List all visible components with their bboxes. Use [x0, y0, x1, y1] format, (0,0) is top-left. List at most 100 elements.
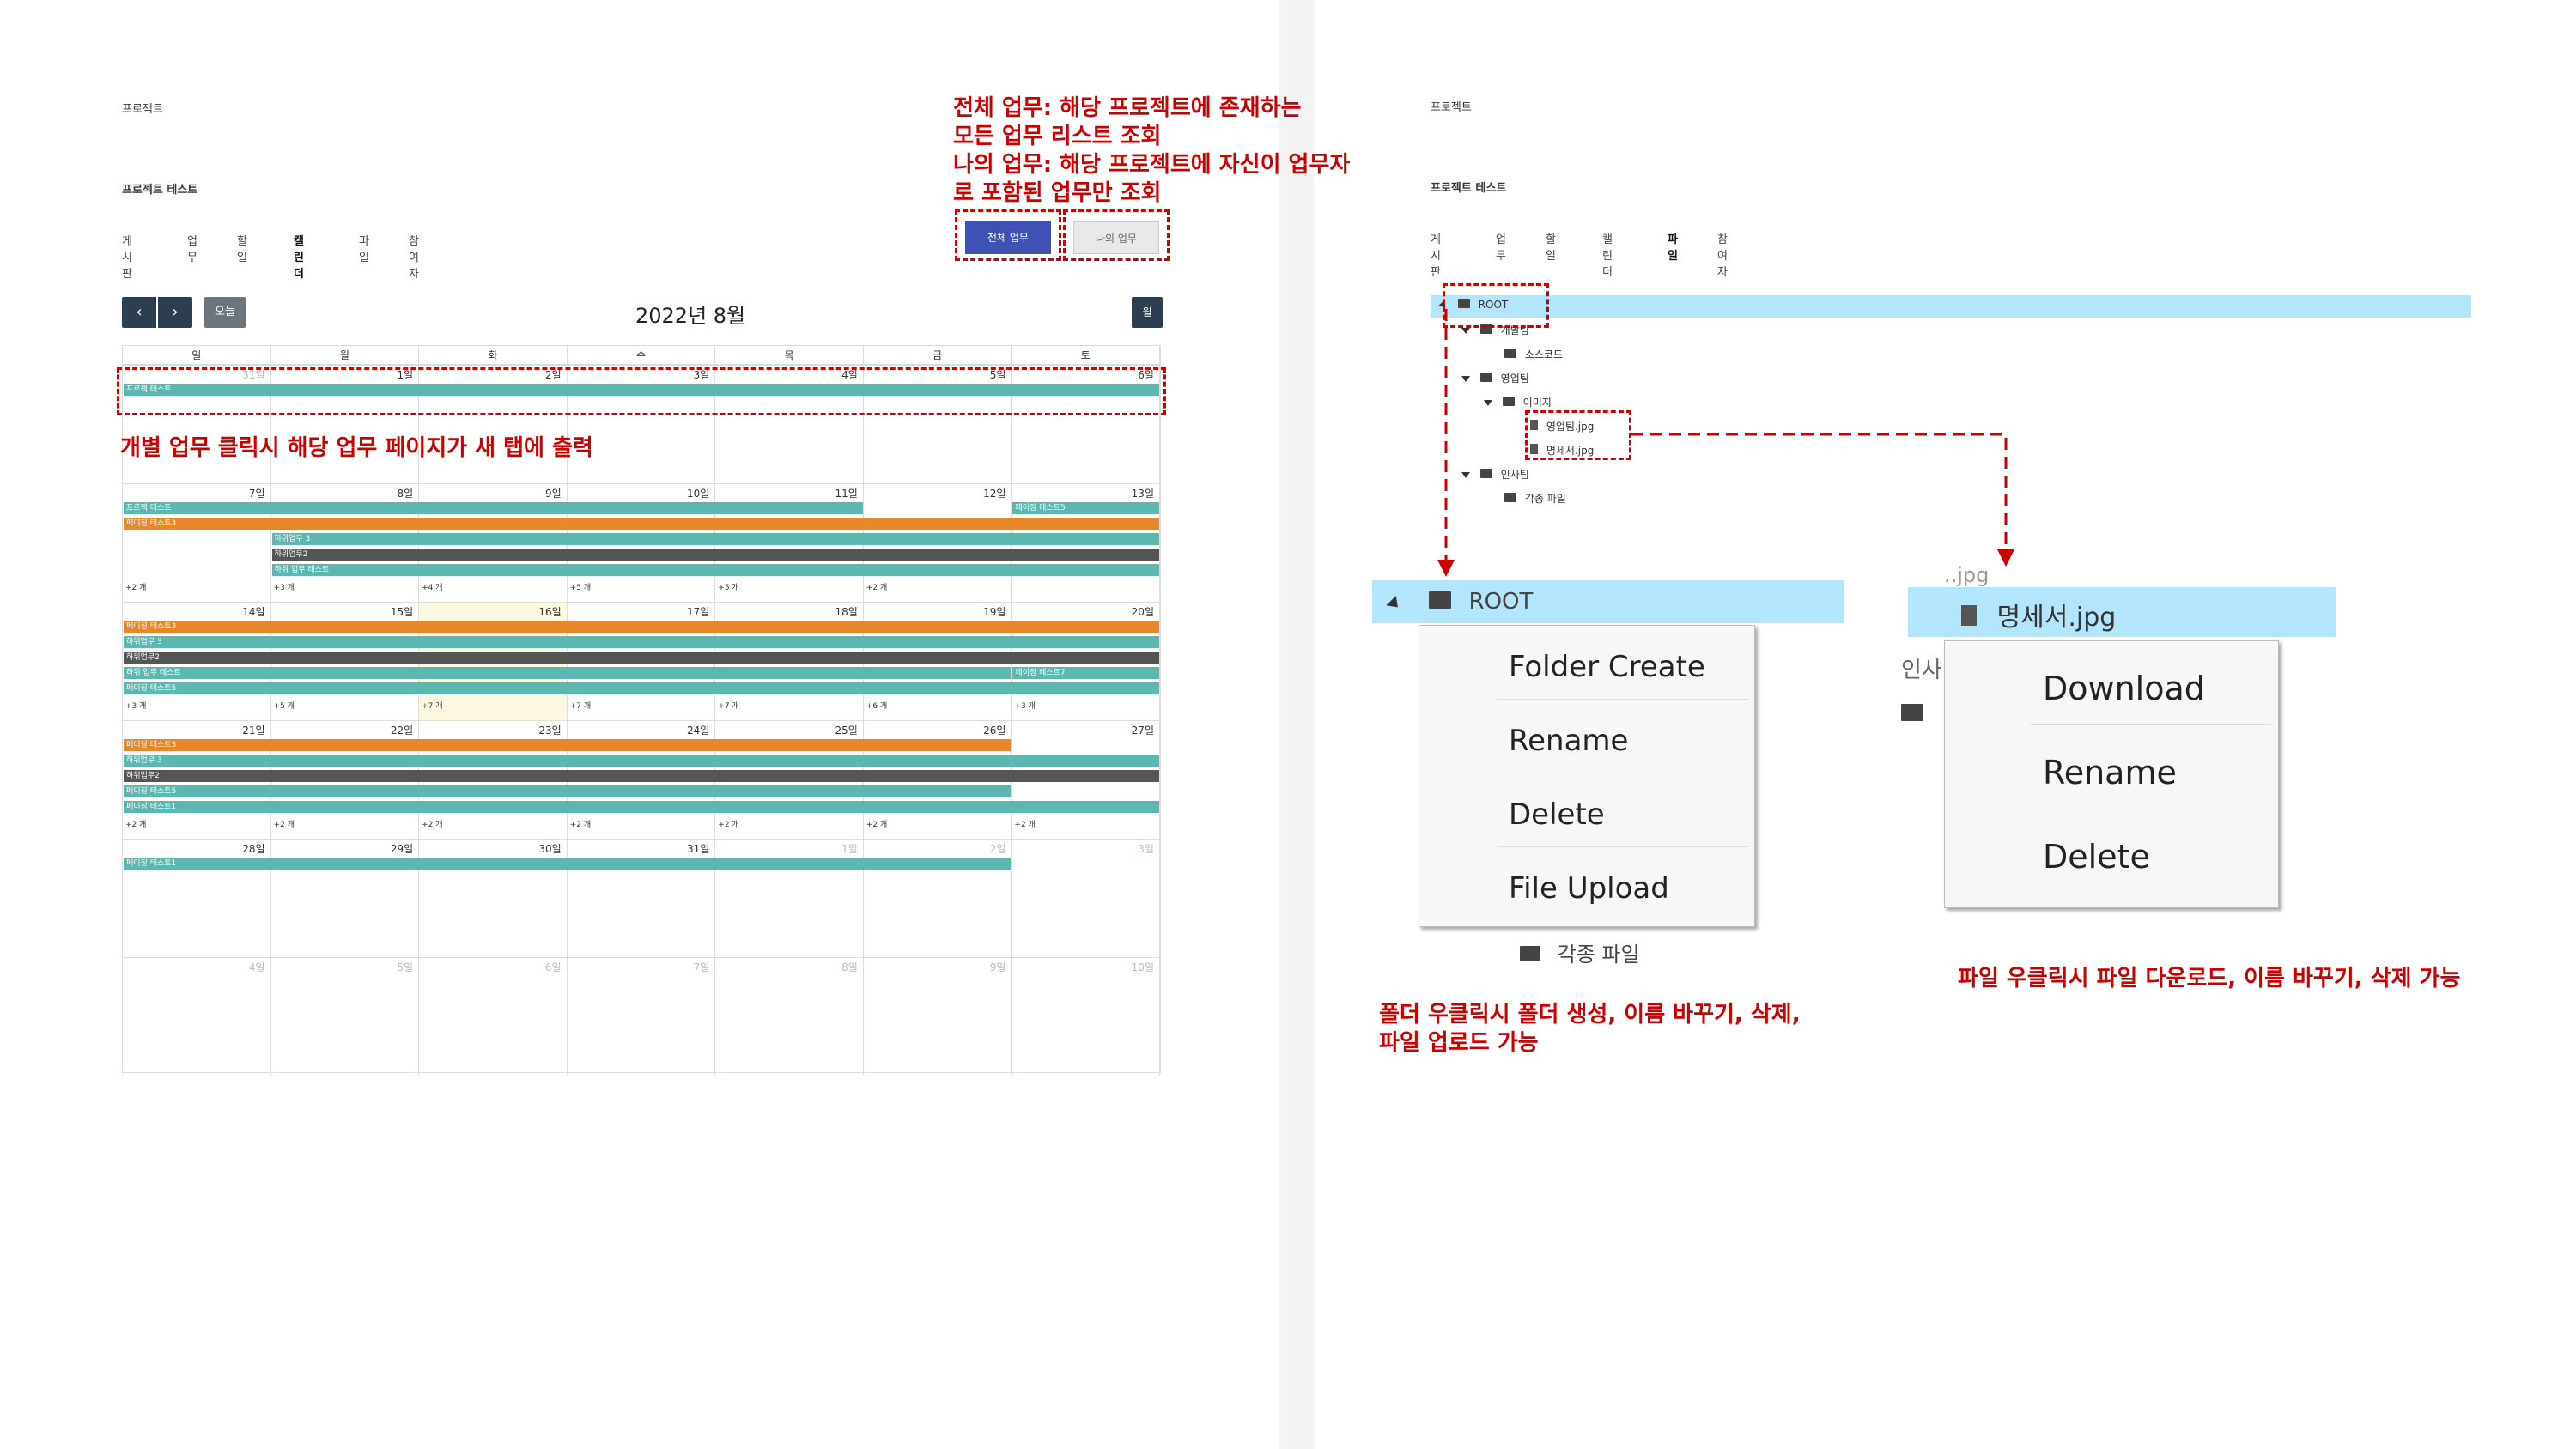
calendar-event[interactable]: 하위업무2 — [271, 549, 1159, 561]
day-number: 7일 — [248, 488, 265, 500]
calendar-day-cell[interactable]: 10일 — [1012, 958, 1160, 1076]
calendar-event[interactable]: 하위업무2 — [124, 652, 1159, 664]
day-number: 9일 — [989, 961, 1006, 973]
more-events-link[interactable]: +3 개 — [125, 700, 146, 711]
tab-files[interactable]: 파일 — [1668, 230, 1678, 263]
calendar-event[interactable]: 페이징 테스트1 — [124, 858, 1012, 870]
calendar-event[interactable]: 하위업무 3 — [124, 636, 1159, 648]
more-events-link[interactable]: +2 개 — [570, 818, 591, 829]
calendar-day-cell[interactable]: 9일 — [864, 958, 1012, 1076]
tab-board[interactable]: 게시판 — [122, 232, 132, 281]
more-events-link[interactable]: +5 개 — [570, 581, 591, 592]
tab-calendar[interactable]: 캘린더 — [1602, 230, 1613, 279]
tab-members[interactable]: 참여자 — [1717, 230, 1728, 279]
zoom-root-node[interactable]: ROOT — [1386, 589, 1533, 615]
day-number: 29일 — [390, 843, 414, 855]
day-number: 19일 — [983, 606, 1006, 618]
calendar-event[interactable]: 페이징 테스트5 — [1012, 502, 1159, 514]
calendar-event[interactable]: 페이징 테스트1 — [124, 801, 1159, 813]
calendar-event[interactable]: 페이징 테스트3 — [124, 518, 1159, 530]
tab-board[interactable]: 게시판 — [1431, 230, 1441, 279]
tab-files[interactable]: 파일 — [359, 232, 369, 264]
calendar-day-cell[interactable]: 7일 — [568, 958, 716, 1076]
weekday-header: 월 — [270, 346, 420, 365]
zoom-partial-above: ..jpg — [1944, 563, 1990, 587]
weekday-header: 수 — [567, 346, 716, 365]
calendar-title: 2022년 8월 — [635, 304, 746, 328]
project-label: 프로젝트 — [122, 103, 163, 116]
tab-tasks[interactable]: 업무 — [187, 232, 197, 264]
calendar-event[interactable]: 하위 업무 테스트 — [271, 564, 1159, 576]
month-view-button[interactable]: 월 — [1132, 297, 1163, 328]
more-events-link[interactable]: +3 개 — [1014, 700, 1035, 711]
day-number: 28일 — [242, 843, 265, 855]
more-events-link[interactable]: +2 개 — [422, 818, 442, 829]
menu-rename[interactable]: Rename — [2031, 736, 2273, 809]
more-events-link[interactable]: +2 개 — [1014, 818, 1035, 829]
zoom-file-node[interactable]: 명세서.jpg — [1961, 596, 2116, 634]
more-events-link[interactable]: +2 개 — [866, 581, 887, 592]
more-events-link[interactable]: +7 개 — [570, 700, 591, 711]
tab-calendar[interactable]: 캘린더 — [294, 232, 304, 281]
more-events-link[interactable]: +2 개 — [718, 818, 738, 829]
annotation-line: 폴더 우클릭시 폴더 생성, 이름 바꾸기, 삭제, — [1379, 1002, 1801, 1028]
calendar-event[interactable]: 페이징 테스트7 — [1012, 667, 1159, 679]
menu-rename[interactable]: Rename — [1497, 708, 1747, 773]
zoom-file-label: 명세서.jpg — [1996, 603, 2117, 633]
tab-todo[interactable]: 할 일 — [237, 232, 247, 264]
calendar-event[interactable]: 페이징 테스트3 — [124, 621, 1159, 633]
day-number: 26일 — [983, 724, 1006, 737]
calendar-day-cell[interactable]: 6일 — [419, 958, 568, 1076]
dash-box — [117, 367, 1166, 415]
calendar-day-cell[interactable]: 3일 — [1012, 840, 1160, 957]
menu-delete[interactable]: Delete — [1497, 782, 1747, 847]
calendar-day-cell[interactable]: 5일 — [271, 958, 420, 1076]
calendar-day-cell[interactable]: 4일 — [123, 958, 271, 1076]
more-events-link[interactable]: +3 개 — [274, 581, 295, 592]
day-number: 2일 — [989, 843, 1006, 855]
calendar-event[interactable]: 페이징 테스트5 — [124, 682, 1159, 694]
menu-folder-create[interactable]: Folder Create — [1497, 634, 1747, 700]
my-tasks-button[interactable]: 나의 업무 — [1073, 221, 1159, 254]
more-events-link[interactable]: +5 개 — [274, 700, 295, 711]
more-events-link[interactable]: +2 개 — [274, 818, 295, 829]
all-tasks-button[interactable]: 전체 업무 — [965, 221, 1051, 254]
project-label: 프로젝트 — [1431, 101, 1472, 114]
today-button[interactable]: 오늘 — [204, 297, 246, 328]
project-name: 프로젝트 테스트 — [122, 184, 198, 197]
calendar-event[interactable]: 페이징 테스트5 — [124, 785, 1012, 797]
more-events-link[interactable]: +2 개 — [125, 818, 146, 829]
menu-delete[interactable]: Delete — [2031, 820, 2273, 894]
calendar-event[interactable]: 하위업무 3 — [124, 755, 1159, 767]
calendar-event[interactable]: 페이징 테스트3 — [124, 739, 1012, 751]
calendar-event[interactable]: 하위업무2 — [124, 770, 1159, 782]
day-number: 20일 — [1131, 606, 1154, 618]
day-number: 25일 — [835, 724, 858, 737]
day-number: 15일 — [390, 606, 414, 618]
annotation-file-menu: 파일 우클릭시 파일 다운로드, 이름 바꾸기, 삭제 가능 — [1958, 966, 2461, 991]
menu-file-upload[interactable]: File Upload — [1497, 856, 1747, 921]
project-name: 프로젝트 테스트 — [1431, 182, 1507, 195]
calendar-event[interactable]: 프로젝 테스트 — [124, 502, 863, 514]
more-events-link[interactable]: +4 개 — [422, 581, 442, 592]
more-events-link[interactable]: +7 개 — [718, 700, 738, 711]
more-events-link[interactable]: +2 개 — [125, 581, 146, 592]
calendar-event[interactable]: 하위업무 3 — [271, 533, 1159, 545]
day-number: 31일 — [686, 843, 710, 855]
more-events-link[interactable]: +6 개 — [866, 700, 887, 711]
more-events-link[interactable]: +5 개 — [718, 581, 738, 592]
calendar-day-cell[interactable]: 8일 — [715, 958, 864, 1076]
caret-icon — [1386, 595, 1403, 613]
next-month-button[interactable]: › — [158, 297, 192, 328]
prev-month-button[interactable]: ‹ — [122, 297, 156, 328]
tab-tasks[interactable]: 업무 — [1496, 230, 1506, 263]
calendar-event[interactable]: 하위 업무 테스트 — [124, 667, 1012, 679]
more-events-link[interactable]: +2 개 — [866, 818, 887, 829]
annotation-folder-menu: 폴더 우클릭시 폴더 생성, 이름 바꾸기, 삭제, 파일 업로드 가능 — [1379, 1001, 1801, 1058]
calendar-week: 4일 5일 6일 7일 8일 9일 10일 — [123, 957, 1160, 1076]
tab-todo[interactable]: 할 일 — [1546, 230, 1556, 263]
tab-members[interactable]: 참여자 — [409, 232, 419, 281]
menu-download[interactable]: Download — [2031, 652, 2273, 725]
folder-icon — [1429, 591, 1452, 609]
more-events-link[interactable]: +7 개 — [422, 700, 442, 711]
